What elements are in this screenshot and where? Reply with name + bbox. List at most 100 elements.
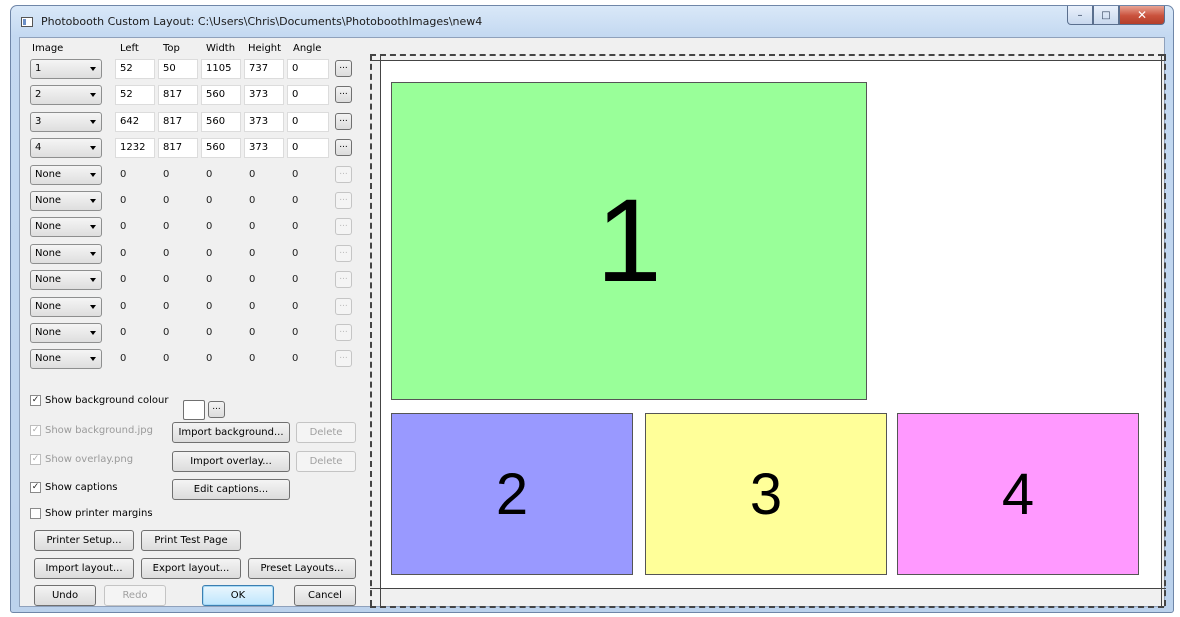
import-background-button[interactable]: Import background... (172, 422, 290, 443)
delete-overlay-button[interactable]: Delete (296, 451, 356, 472)
left-field[interactable]: 1232 (115, 138, 155, 159)
width-field[interactable]: 0 (201, 296, 241, 317)
height-field[interactable]: 0 (244, 217, 284, 238)
image-select[interactable]: 2 (30, 85, 102, 106)
background-colour-picker-button[interactable]: ... (208, 401, 225, 418)
top-field[interactable]: 0 (158, 217, 198, 238)
image-options-button[interactable]: ... (335, 297, 352, 315)
width-field[interactable]: 0 (201, 349, 241, 370)
redo-button[interactable]: Redo (104, 585, 166, 606)
image-options-button[interactable]: ... (335, 350, 352, 368)
image-select[interactable]: 3 (30, 111, 102, 132)
delete-background-button[interactable]: Delete (296, 422, 356, 443)
angle-field[interactable]: 0 (287, 217, 329, 238)
width-field[interactable]: 560 (201, 138, 241, 159)
print-test-page-button[interactable]: Print Test Page (141, 530, 241, 551)
left-field[interactable]: 0 (115, 164, 155, 185)
width-field[interactable]: 0 (201, 323, 241, 343)
preview-slot-2[interactable]: 2 (391, 413, 633, 575)
image-select[interactable]: None (30, 349, 102, 370)
height-field[interactable]: 0 (244, 296, 284, 317)
angle-field[interactable]: 0 (287, 138, 329, 159)
height-field[interactable]: 737 (244, 59, 284, 79)
width-field[interactable]: 0 (201, 191, 241, 211)
title-bar[interactable]: Photobooth Custom Layout: C:\Users\Chris… (11, 6, 1173, 36)
angle-field[interactable]: 0 (287, 85, 329, 106)
printer-setup-button[interactable]: Printer Setup... (34, 530, 134, 551)
background-colour-swatch[interactable] (183, 400, 205, 420)
width-field[interactable]: 0 (201, 243, 241, 264)
height-field[interactable]: 373 (244, 111, 284, 132)
show-background-jpg-checkbox[interactable]: ✓ Show background.jpg (30, 422, 153, 438)
width-field[interactable]: 0 (201, 270, 241, 291)
left-field[interactable]: 0 (115, 349, 155, 370)
image-select[interactable]: None (30, 270, 102, 291)
cancel-button[interactable]: Cancel (294, 585, 356, 606)
left-field[interactable]: 0 (115, 270, 155, 291)
top-field[interactable]: 0 (158, 349, 198, 370)
edit-captions-button[interactable]: Edit captions... (172, 479, 290, 500)
left-field[interactable]: 52 (115, 85, 155, 106)
preset-layouts-button[interactable]: Preset Layouts... (248, 558, 356, 579)
image-select[interactable]: None (30, 191, 102, 211)
minimize-button[interactable]: – (1067, 6, 1093, 25)
left-field[interactable]: 0 (115, 243, 155, 264)
preview-slot-1[interactable]: 1 (391, 82, 867, 400)
image-options-button[interactable]: ... (335, 112, 352, 130)
height-field[interactable]: 0 (244, 349, 284, 370)
image-options-button[interactable]: ... (335, 192, 352, 209)
image-options-button[interactable]: ... (335, 324, 352, 341)
top-field[interactable]: 0 (158, 191, 198, 211)
angle-field[interactable]: 0 (287, 296, 329, 317)
top-field[interactable]: 0 (158, 270, 198, 291)
image-options-button[interactable]: ... (335, 218, 352, 236)
width-field[interactable]: 0 (201, 164, 241, 185)
left-field[interactable]: 0 (115, 323, 155, 343)
image-select[interactable]: None (30, 243, 102, 264)
top-field[interactable]: 0 (158, 164, 198, 185)
top-field[interactable]: 50 (158, 59, 198, 79)
top-field[interactable]: 817 (158, 85, 198, 106)
width-field[interactable]: 560 (201, 111, 241, 132)
top-field[interactable]: 817 (158, 111, 198, 132)
image-select[interactable]: 1 (30, 59, 102, 79)
left-field[interactable]: 642 (115, 111, 155, 132)
show-overlay-png-checkbox[interactable]: ✓ Show overlay.png (30, 451, 133, 467)
show-printer-margins-checkbox[interactable]: Show printer margins (30, 505, 153, 521)
angle-field[interactable]: 0 (287, 59, 329, 79)
export-layout-button[interactable]: Export layout... (141, 558, 241, 579)
angle-field[interactable]: 0 (287, 191, 329, 211)
import-overlay-button[interactable]: Import overlay... (172, 451, 290, 472)
image-options-button[interactable]: ... (335, 271, 352, 289)
close-button[interactable]: ✕ (1119, 6, 1165, 25)
show-background-colour-checkbox[interactable]: ✓ Show background colour (30, 392, 168, 408)
show-captions-checkbox[interactable]: ✓ Show captions (30, 479, 118, 495)
image-options-button[interactable]: ... (335, 86, 352, 104)
left-field[interactable]: 0 (115, 296, 155, 317)
image-select[interactable]: None (30, 164, 102, 185)
maximize-button[interactable]: □ (1093, 6, 1119, 25)
image-options-button[interactable]: ... (335, 139, 352, 157)
width-field[interactable]: 0 (201, 217, 241, 238)
image-select[interactable]: 4 (30, 138, 102, 159)
image-select[interactable]: None (30, 323, 102, 343)
angle-field[interactable]: 0 (287, 270, 329, 291)
top-field[interactable]: 817 (158, 138, 198, 159)
height-field[interactable]: 0 (244, 164, 284, 185)
top-field[interactable]: 0 (158, 296, 198, 317)
image-select[interactable]: None (30, 296, 102, 317)
height-field[interactable]: 0 (244, 270, 284, 291)
height-field[interactable]: 373 (244, 138, 284, 159)
height-field[interactable]: 0 (244, 243, 284, 264)
height-field[interactable]: 0 (244, 323, 284, 343)
height-field[interactable]: 0 (244, 191, 284, 211)
width-field[interactable]: 1105 (201, 59, 241, 79)
top-field[interactable]: 0 (158, 323, 198, 343)
image-options-button[interactable]: ... (335, 165, 352, 183)
preview-slot-4[interactable]: 4 (897, 413, 1139, 575)
image-options-button[interactable]: ... (335, 60, 352, 77)
left-field[interactable]: 0 (115, 217, 155, 238)
image-select[interactable]: None (30, 217, 102, 238)
top-field[interactable]: 0 (158, 243, 198, 264)
angle-field[interactable]: 0 (287, 111, 329, 132)
